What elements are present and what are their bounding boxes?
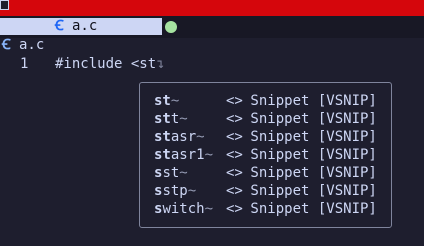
- completion-abbr: stasr~: [154, 128, 226, 146]
- completion-tilde: ~: [179, 165, 188, 181]
- completion-tilde: ~: [170, 93, 180, 109]
- completion-abbr: stt~: [154, 110, 226, 128]
- tab-label: a.c: [72, 18, 98, 34]
- completion-source: Snippet [VSNIP]: [242, 165, 377, 181]
- completion-source: Snippet [VSNIP]: [242, 201, 377, 217]
- completion-source: Snippet [VSNIP]: [242, 183, 377, 199]
- completion-tilde: ~: [179, 111, 188, 127]
- tab-active[interactable]: Ꞓ a.c: [52, 18, 162, 35]
- snippet-kind-icon: <>: [226, 129, 243, 145]
- line-number: 1: [20, 56, 29, 72]
- completion-rest: stp: [162, 183, 188, 199]
- completion-popup: st~ <> Snippet [VSNIP] stt~ <> Snippet [VSN…: [139, 82, 392, 228]
- completion-tilde: ~: [204, 201, 214, 217]
- modified-indicator-icon: [165, 21, 177, 33]
- snippet-kind-icon: <>: [226, 147, 243, 163]
- snippet-kind-icon: <>: [226, 111, 243, 127]
- completion-source: Snippet [VSNIP]: [242, 129, 377, 145]
- snippet-kind-icon: <>: [226, 183, 243, 199]
- completion-abbr: st~: [154, 92, 226, 110]
- completion-tilde: ~: [204, 147, 214, 163]
- completion-abbr: sstp~: [154, 182, 226, 200]
- snippet-kind-icon: <>: [226, 93, 243, 109]
- completion-match: st: [154, 147, 171, 163]
- completion-rest: st: [162, 165, 180, 181]
- completion-item[interactable]: st~ <> Snippet [VSNIP]: [154, 92, 390, 110]
- completion-source: Snippet [VSNIP]: [242, 147, 377, 163]
- completion-item[interactable]: stasr1~ <> Snippet [VSNIP]: [154, 146, 390, 164]
- snippet-kind-icon: <>: [226, 165, 243, 181]
- completion-match: st: [154, 93, 171, 109]
- completion-rest: asr: [170, 129, 197, 145]
- tab-inactive[interactable]: [0, 18, 52, 35]
- c-file-icon: Ꞓ: [55, 18, 64, 34]
- c-file-icon: Ꞓ: [2, 37, 11, 53]
- top-status-bar: [0, 0, 424, 16]
- code-content: #include <st: [55, 56, 157, 72]
- winbar: Ꞓ a.c: [0, 36, 424, 54]
- completion-abbr: stasr1~: [154, 146, 226, 164]
- completion-item[interactable]: switch~ <> Snippet [VSNIP]: [154, 200, 390, 218]
- completion-abbr: switch~: [154, 200, 226, 218]
- completion-item[interactable]: sst~ <> Snippet [VSNIP]: [154, 164, 390, 182]
- window-corner-icon: [0, 0, 9, 10]
- code-text[interactable]: #include <st↴: [55, 55, 165, 73]
- completion-tilde: ~: [196, 129, 205, 145]
- completion-item[interactable]: stt~ <> Snippet [VSNIP]: [154, 110, 390, 128]
- cursor-marker-icon: ↴: [156, 56, 165, 72]
- completion-match: st: [154, 111, 171, 127]
- code-line[interactable]: 1 #include <st↴: [0, 55, 424, 73]
- completion-match: st: [154, 129, 171, 145]
- completion-rest: asr1: [170, 147, 205, 163]
- completion-item[interactable]: sstp~ <> Snippet [VSNIP]: [154, 182, 390, 200]
- winbar-filename: a.c: [19, 37, 45, 53]
- completion-abbr: sst~: [154, 164, 226, 182]
- completion-rest: witch: [162, 201, 205, 217]
- completion-tilde: ~: [187, 183, 197, 199]
- completion-item[interactable]: stasr~ <> Snippet [VSNIP]: [154, 128, 390, 146]
- snippet-kind-icon: <>: [226, 201, 243, 217]
- completion-source: Snippet [VSNIP]: [242, 111, 377, 127]
- completion-source: Snippet [VSNIP]: [242, 93, 377, 109]
